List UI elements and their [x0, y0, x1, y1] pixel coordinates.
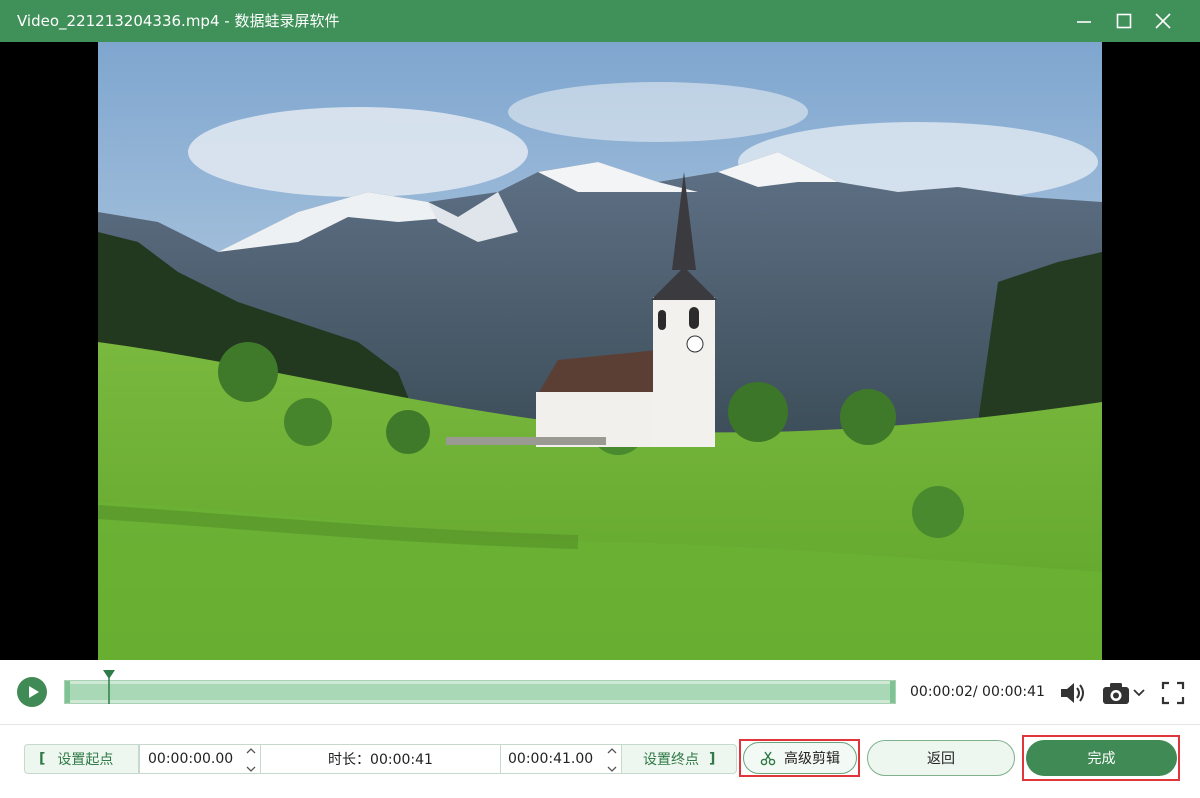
chevron-up-icon[interactable] — [246, 747, 256, 754]
title-bar: Video_221213204336.mp4 - 数据蛙录屏软件 — [0, 0, 1200, 42]
maximize-button[interactable] — [1104, 0, 1144, 42]
video-player[interactable] — [0, 42, 1200, 660]
window-title: Video_221213204336.mp4 - 数据蛙录屏软件 — [17, 12, 340, 30]
bracket-left-icon: [ — [39, 751, 46, 767]
start-time-stepper[interactable] — [246, 747, 256, 773]
timeline-slider[interactable] — [64, 680, 896, 704]
advanced-edit-label: 高级剪辑 — [784, 751, 840, 767]
duration-text: 时长：00:00:41 — [328, 752, 433, 768]
time-readout: 00:00:02/ 00:00:41 — [910, 684, 1045, 700]
screenshot-button[interactable] — [1100, 680, 1148, 706]
fullscreen-icon — [1161, 681, 1185, 705]
chevron-up-icon[interactable] — [607, 747, 617, 754]
chevron-down-icon[interactable] — [1132, 688, 1146, 698]
maximize-icon — [1116, 13, 1132, 29]
set-start-label: 设置起点 — [57, 752, 114, 768]
chevron-down-icon[interactable] — [607, 766, 617, 773]
playback-controls: 00:00:02/ 00:00:41 — [0, 660, 1200, 724]
fullscreen-button[interactable] — [1160, 680, 1186, 706]
advanced-edit-button[interactable]: 高级剪辑 — [743, 742, 857, 774]
close-icon — [1155, 13, 1171, 29]
end-time-stepper[interactable] — [607, 747, 617, 773]
camera-icon — [1103, 683, 1129, 704]
trim-start-handle[interactable] — [65, 681, 70, 703]
chevron-down-icon[interactable] — [246, 766, 256, 773]
play-button[interactable] — [17, 677, 47, 707]
volume-button[interactable] — [1058, 680, 1088, 706]
back-label: 返回 — [927, 751, 955, 767]
video-frame — [98, 42, 1102, 660]
set-end-button[interactable]: 设置终点 ] — [621, 744, 737, 774]
minimize-button[interactable] — [1064, 0, 1104, 42]
scissors-icon — [760, 751, 776, 766]
end-time-field[interactable]: 00:00:41.00 — [500, 744, 622, 774]
back-button[interactable]: 返回 — [867, 740, 1015, 776]
duration-display: 时长：00:00:41 — [260, 744, 501, 774]
bracket-right-icon: ] — [709, 751, 716, 767]
volume-icon — [1061, 683, 1084, 703]
start-time-field[interactable]: 00:00:00.00 — [139, 744, 261, 774]
close-button[interactable] — [1143, 0, 1183, 42]
set-end-label: 设置终点 — [643, 752, 699, 768]
start-time-value: 00:00:00.00 — [148, 751, 234, 767]
done-label: 完成 — [1087, 751, 1116, 767]
set-start-button[interactable]: [ 设置起点 — [24, 744, 139, 774]
minimize-icon — [1077, 21, 1091, 23]
playhead-marker[interactable] — [103, 670, 116, 704]
done-button[interactable]: 完成 — [1026, 740, 1177, 776]
end-time-value: 00:00:41.00 — [508, 751, 594, 767]
trim-bar: [ 设置起点 00:00:00.00 时长：00:00:41 00:00:41.… — [0, 725, 1200, 798]
timeline-range — [69, 684, 891, 700]
trim-end-handle[interactable] — [890, 681, 895, 703]
